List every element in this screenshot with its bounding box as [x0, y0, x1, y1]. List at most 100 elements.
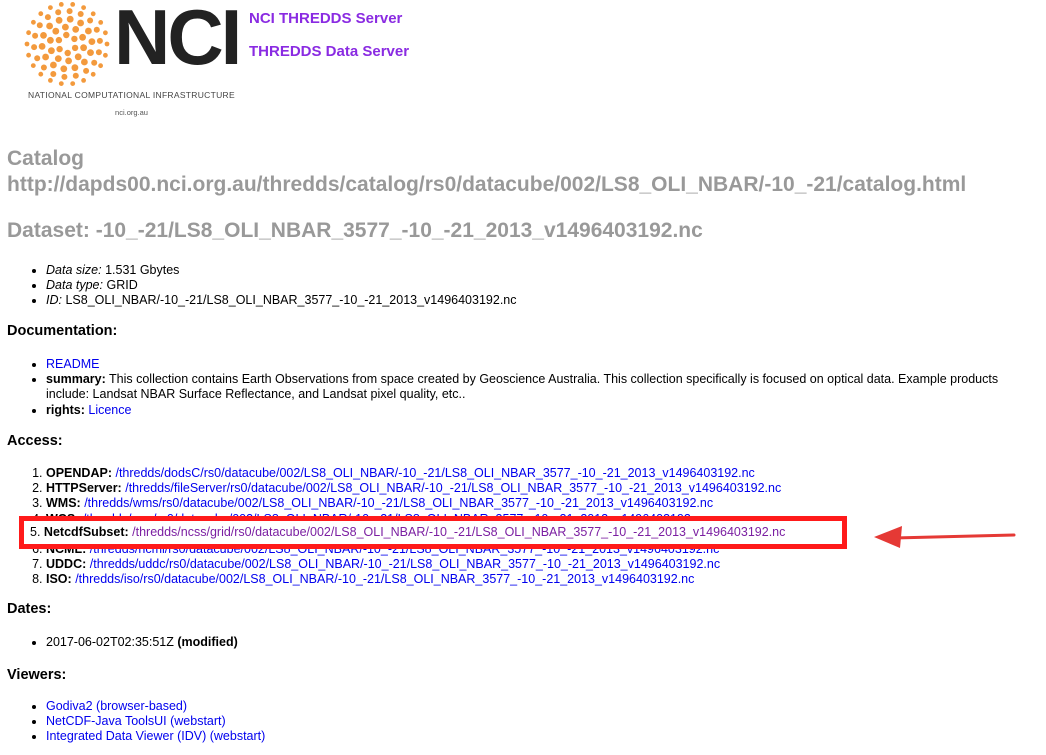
- logo-dot: [26, 52, 31, 58]
- info-value: 1.531 Gbytes: [105, 263, 180, 277]
- logo-dot: [87, 17, 94, 24]
- logo-dot: [58, 81, 64, 86]
- logo-dot: [55, 36, 63, 44]
- access-link[interactable]: /thredds/wms/rs0/datacube/002/LS8_OLI_NB…: [84, 496, 713, 510]
- service-name: OPENDAP:: [46, 466, 112, 480]
- dates-heading: Dates:: [7, 601, 52, 617]
- readme-link[interactable]: README: [46, 357, 99, 371]
- logo-dot: [103, 30, 108, 36]
- logo-dot: [77, 19, 84, 27]
- logo-dot: [70, 2, 76, 7]
- logo-dot: [44, 14, 51, 21]
- logo-dot: [64, 49, 71, 57]
- idv-link[interactable]: Integrated Data Viewer (IDV) (webstart): [46, 729, 265, 743]
- catalog-url: http://dapds00.nci.org.au/thredds/catalo…: [7, 173, 967, 196]
- documentation-heading: Documentation:: [7, 323, 118, 339]
- logo-dot: [40, 32, 47, 39]
- logo-url: nci.org.au: [115, 108, 148, 117]
- logo-dot: [36, 22, 43, 29]
- dataset-info-list: Data size: 1.531 Gbytes Data type: GRID …: [46, 263, 517, 309]
- list-item: Data type: GRID: [46, 278, 517, 293]
- godiva2-link[interactable]: Godiva2 (browser-based): [46, 699, 187, 713]
- logo-dot: [95, 49, 102, 56]
- access-item: UDDC: /thredds/uddc/rs0/datacube/002/LS8…: [46, 557, 787, 572]
- list-item: README: [46, 357, 1021, 372]
- catalog-label: Catalog: [7, 147, 85, 170]
- logo-dot: [80, 44, 87, 52]
- logo-dot: [70, 81, 76, 86]
- logo-dot: [56, 45, 63, 53]
- list-item: 2017-06-02T02:35:51Z (modified): [46, 635, 238, 650]
- date-value: 2017-06-02T02:35:51Z: [46, 635, 174, 649]
- logo-dot: [55, 9, 62, 16]
- logo-dot: [55, 16, 63, 24]
- logo-dot: [58, 2, 64, 7]
- logo-dot: [85, 27, 92, 35]
- logo-dot: [104, 41, 110, 47]
- logo-dot: [24, 41, 30, 47]
- logo-dot: [66, 15, 74, 23]
- info-label: Data size:: [46, 263, 102, 277]
- logo-dot: [50, 71, 57, 77]
- logo-dot: [72, 26, 80, 33]
- summary-text: This collection contains Earth Observati…: [46, 372, 999, 402]
- logo-dot: [42, 53, 49, 61]
- logo-dot: [74, 53, 82, 61]
- logo-dot: [88, 38, 96, 45]
- sunburst-icon: [24, 2, 110, 86]
- list-item: Integrated Data Viewer (IDV) (webstart): [46, 729, 265, 744]
- logo-dot: [62, 23, 69, 31]
- info-value: LS8_OLI_NBAR/-10_-21/LS8_OLI_NBAR_3577_-…: [65, 293, 517, 308]
- access-link[interactable]: /thredds/iso/rs0/datacube/002/LS8_OLI_NB…: [75, 572, 694, 586]
- nci-thredds-server-link[interactable]: NCI THREDDS Server: [249, 10, 402, 27]
- list-item: summary: This collection contains Earth …: [46, 372, 1021, 402]
- logo-dot: [34, 55, 41, 62]
- info-value: GRID: [106, 278, 138, 293]
- logo-dot: [65, 57, 72, 65]
- logo-dot: [47, 36, 54, 44]
- logo-dot: [81, 58, 88, 66]
- service-name: UDDC:: [46, 557, 87, 572]
- date-type: (modified): [177, 635, 238, 649]
- logo-dot: [30, 63, 36, 68]
- logo-dot: [103, 52, 108, 58]
- logo-dot: [98, 63, 103, 69]
- logo-subtitle: NATIONAL COMPUTATIONAL INFRASTRUCTURE: [28, 90, 235, 100]
- list-item: NetCDF-Java ToolsUI (webstart): [46, 714, 265, 729]
- access-item: ISO: /thredds/iso/rs0/datacube/002/LS8_O…: [46, 572, 787, 587]
- summary-label: summary:: [46, 372, 106, 387]
- netcdfsubset-link[interactable]: /thredds/ncss/grid/rs0/datacube/002/LS8_…: [132, 525, 785, 539]
- catalog-heading: Catalog http://dapds00.nci.org.au/thredd…: [7, 146, 966, 198]
- logo-dot: [48, 78, 53, 83]
- logo-dot: [38, 71, 44, 77]
- dates-list: 2017-06-02T02:35:51Z (modified): [46, 635, 238, 650]
- logo-dot: [31, 19, 36, 25]
- logo-dot: [32, 32, 39, 39]
- logo-dot: [71, 35, 78, 43]
- logo-dot: [66, 8, 73, 15]
- logo-dot: [50, 61, 57, 69]
- access-item: WMS: /thredds/wms/rs0/datacube/002/LS8_O…: [46, 496, 787, 511]
- logo-dot: [48, 47, 55, 55]
- logo-dot: [90, 71, 96, 77]
- logo-dot: [87, 49, 94, 56]
- access-link[interactable]: /thredds/dodsC/rs0/datacube/002/LS8_OLI_…: [115, 466, 754, 480]
- toolsui-link[interactable]: NetCDF-Java ToolsUI (webstart): [46, 714, 226, 728]
- access-link[interactable]: /thredds/fileServer/rs0/datacube/002/LS8…: [125, 481, 781, 495]
- logo-dot: [98, 20, 104, 25]
- licence-link[interactable]: Licence: [88, 403, 131, 417]
- logo-dot: [77, 11, 84, 17]
- logo-text: NCI: [114, 0, 242, 81]
- logo-dot: [91, 59, 98, 66]
- access-link[interactable]: /thredds/uddc/rs0/datacube/002/LS8_OLI_N…: [90, 557, 720, 571]
- nci-logo[interactable]: NCI NATIONAL COMPUTATIONAL INFRASTRUCTUR…: [24, 0, 242, 120]
- thredds-data-server-link[interactable]: THREDDS Data Server: [249, 43, 409, 60]
- logo-dot: [90, 11, 96, 17]
- logo-dot: [71, 44, 79, 52]
- info-label: Data type:: [46, 278, 103, 293]
- service-name: HTTPServer:: [46, 481, 122, 496]
- service-name: WMS:: [46, 496, 81, 511]
- rights-label: rights:: [46, 402, 85, 417]
- list-item: Data size: 1.531 Gbytes: [46, 263, 517, 278]
- logo-dot: [52, 27, 60, 35]
